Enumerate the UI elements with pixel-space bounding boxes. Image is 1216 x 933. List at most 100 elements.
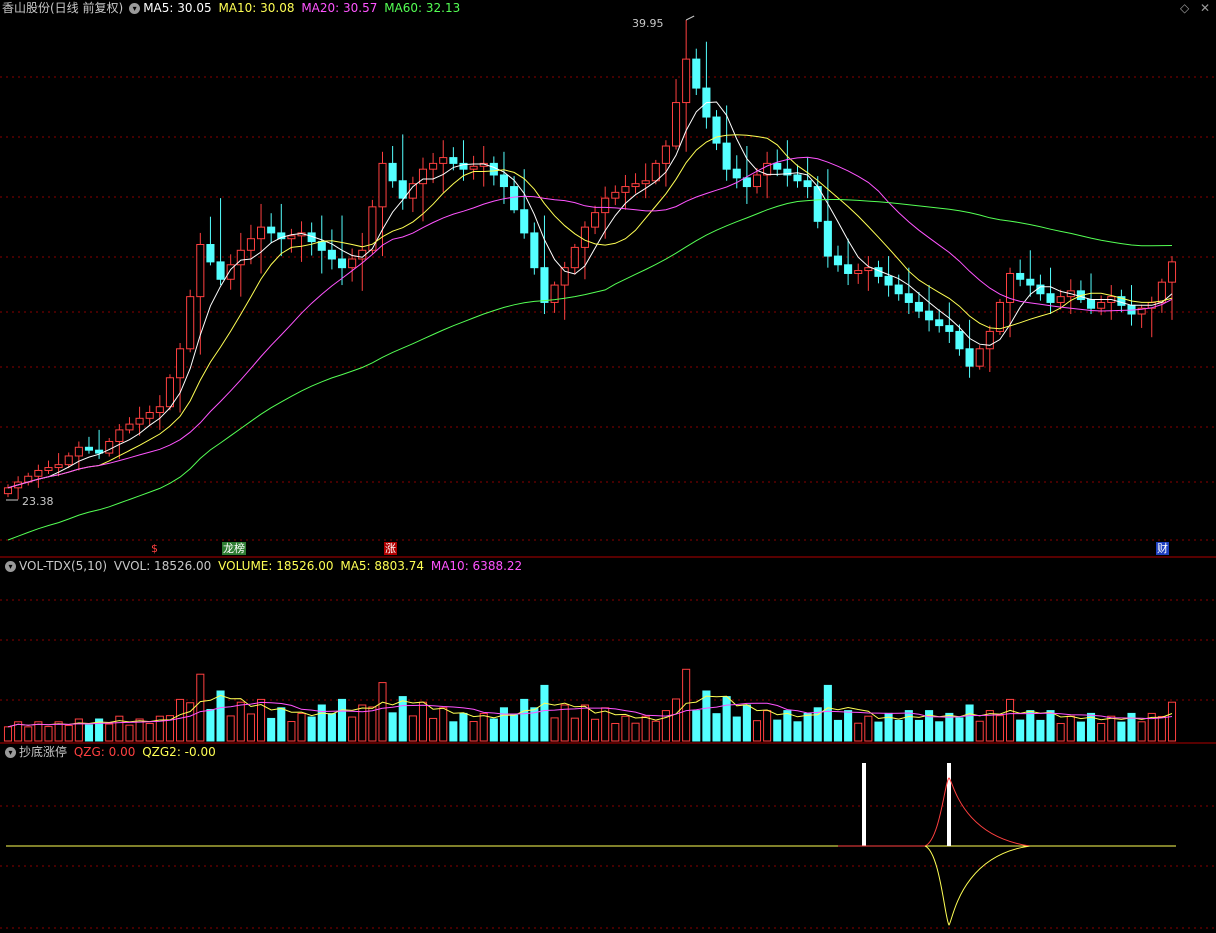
volume-bar <box>641 715 650 742</box>
qzg2-value: QZG2: -0.00 <box>142 745 216 759</box>
candle-body <box>176 348 185 379</box>
candle-body <box>1157 281 1166 303</box>
candle-body <box>439 157 448 164</box>
volume-bar <box>84 724 94 742</box>
limit-up-marker[interactable]: 涨 <box>384 542 397 555</box>
volume-bar <box>1107 715 1116 742</box>
candle-body <box>985 330 994 350</box>
candle-body <box>894 284 903 295</box>
volume-bar <box>3 726 13 742</box>
candle-body <box>34 469 43 477</box>
volume-bar <box>854 722 863 742</box>
volume-bar <box>874 721 883 742</box>
volume-bar <box>246 713 255 742</box>
candle-body <box>935 319 944 327</box>
collapse-chevron-icon[interactable]: ▾ <box>5 561 16 572</box>
volume-bar <box>702 690 711 742</box>
candle-body <box>1056 296 1065 303</box>
volume-bar <box>763 710 772 742</box>
volume-bar <box>975 720 984 742</box>
volume-header: ▾ VOL-TDX(5,10) VVOL: 18526.00 VOLUME: 18… <box>2 558 525 574</box>
candle-body <box>601 197 610 214</box>
volume-bar <box>206 708 215 742</box>
candle-body <box>165 377 174 408</box>
candle-body <box>945 325 954 332</box>
volume-bar <box>904 710 913 742</box>
volume-bar <box>1006 698 1015 742</box>
volume-bar <box>196 673 205 742</box>
candle-body <box>651 162 660 182</box>
high-pointer <box>685 15 695 21</box>
qzg2-curve <box>924 845 1031 926</box>
volume-bar <box>408 715 417 742</box>
volume-bar <box>722 696 731 742</box>
high-price-label: 39.95 <box>632 17 664 30</box>
vvol-value: VVOL: 18526.00 <box>113 559 212 573</box>
volume-bar <box>965 704 974 742</box>
volume-bar <box>1117 721 1126 742</box>
candle-body <box>115 429 124 442</box>
volume-bar <box>1097 722 1106 742</box>
candle-body <box>408 183 417 199</box>
candle-body <box>429 162 438 170</box>
candle-body <box>965 348 974 367</box>
volume-bar <box>844 710 853 742</box>
candle-body <box>712 116 721 144</box>
collapse-chevron-icon[interactable]: ▾ <box>129 3 141 14</box>
volume-bar <box>752 720 762 742</box>
candle-body <box>682 58 691 104</box>
candle-body <box>1016 272 1025 280</box>
volume-bar <box>823 684 832 742</box>
volume-bar <box>459 712 468 742</box>
candle-body <box>641 180 650 185</box>
qzg-curve <box>838 777 1031 847</box>
close-icon[interactable]: ✕ <box>1200 1 1210 15</box>
candle-body <box>854 270 863 274</box>
volume-bar <box>1056 722 1065 742</box>
candle-body <box>530 232 539 269</box>
qzg-spike <box>947 763 951 846</box>
volume-bar <box>277 707 286 742</box>
volume-bar <box>24 726 33 742</box>
candle-body <box>803 180 812 188</box>
volume-bar <box>540 684 549 742</box>
candle-body <box>84 446 94 451</box>
diamond-icon[interactable]: ◇ <box>1180 1 1189 15</box>
volume-bar <box>348 716 357 742</box>
volume-bar <box>580 704 589 742</box>
candle-body <box>995 301 1004 332</box>
candle-body <box>904 293 913 303</box>
volume-bar <box>1026 710 1035 742</box>
indicator-name: 抄底涨停 <box>19 745 68 759</box>
volume-bar <box>570 717 579 742</box>
candle-body <box>257 226 266 240</box>
candle-body <box>884 275 893 286</box>
volume-bar <box>469 721 478 742</box>
volume-bar <box>145 722 154 742</box>
volume-bar <box>479 712 488 742</box>
candle-body <box>611 191 620 199</box>
volume-bar <box>1066 715 1075 742</box>
vol-ma10-value: MA10: 6388.22 <box>430 559 523 573</box>
volume-bar <box>864 715 873 742</box>
volume-bar <box>783 710 792 742</box>
dollar-marker[interactable]: $ <box>150 542 159 555</box>
volume-bar <box>631 722 640 742</box>
dragon-list-marker[interactable]: 龙榜 <box>222 542 246 555</box>
candle-body <box>449 157 458 164</box>
candle-body <box>145 412 154 419</box>
volume-bar <box>368 706 377 742</box>
volume-bar <box>489 718 498 742</box>
collapse-chevron-icon[interactable]: ▾ <box>5 747 16 758</box>
candle-body <box>540 267 549 303</box>
finance-marker[interactable]: 财 <box>1156 542 1169 555</box>
candle-body <box>955 330 964 350</box>
price-header: 香山股份(日线 前复权) ▾ MA5: 30.05 MA10: 30.08 MA20… <box>2 0 463 16</box>
volume-bar <box>550 717 559 742</box>
stock-title: 香山股份(日线 前复权) <box>2 1 124 15</box>
volume-bar <box>955 717 964 742</box>
stock-chart <box>0 15 1216 929</box>
candle-body <box>206 244 215 263</box>
qzg-value: QZG: 0.00 <box>73 745 136 759</box>
volume-bar <box>378 682 387 742</box>
